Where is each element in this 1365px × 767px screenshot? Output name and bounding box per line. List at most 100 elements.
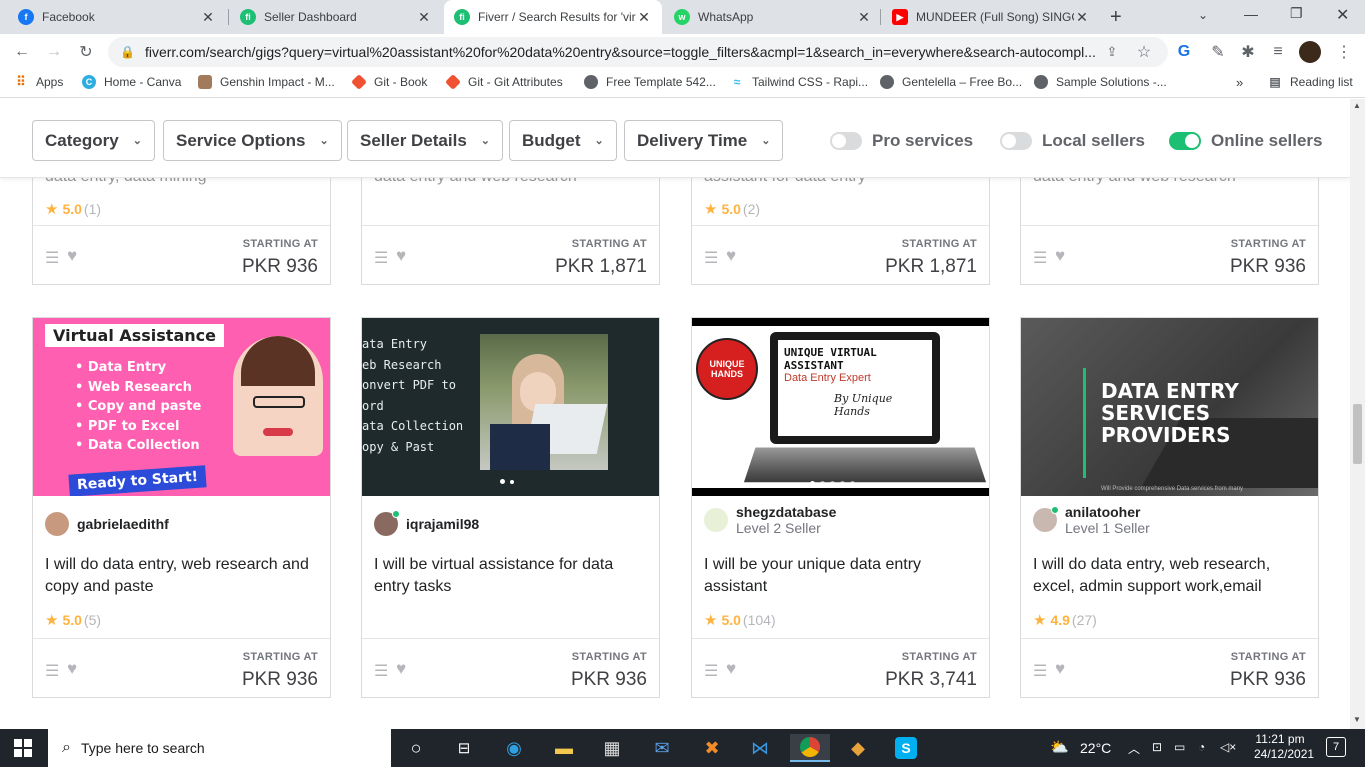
seller-info[interactable]: shegzdatabase Level 2 Seller [704, 504, 836, 536]
gig-card[interactable]: UNIQUE HANDS UNIQUE VIRTUAL ASSISTANT Da… [691, 317, 990, 698]
bookmark-apps[interactable]: ⠿ Apps [14, 74, 63, 89]
gig-title[interactable]: I will be virtual assistance for data en… [374, 554, 649, 598]
avatar[interactable] [45, 512, 69, 536]
filter-category[interactable]: Category ⌄ [32, 120, 155, 161]
collection-menu-icon[interactable]: ☰ [704, 248, 718, 268]
toggle-pro-services[interactable]: Pro services [830, 131, 973, 151]
tab-youtube[interactable]: ▶ MUNDEER (Full Song) SINGG ✕ [882, 0, 1100, 34]
seller-name[interactable]: anilatooher [1065, 504, 1150, 520]
minimize-button[interactable]: — [1244, 6, 1258, 22]
toggle-switch[interactable] [1169, 132, 1201, 150]
bookmark-git-book[interactable]: Git - Book [351, 74, 427, 90]
collection-menu-icon[interactable]: ☰ [374, 661, 388, 681]
heart-icon[interactable]: ♥ [396, 246, 406, 266]
seller-info[interactable]: iqrajamil98 [374, 510, 479, 536]
collection-menu-icon[interactable]: ☰ [1033, 248, 1047, 268]
avatar[interactable] [704, 508, 728, 532]
weather-icon[interactable]: ⛅ [1050, 738, 1069, 756]
heart-icon[interactable]: ♥ [67, 659, 77, 679]
windows-start-icon[interactable] [14, 739, 32, 757]
gig-title[interactable]: I will do data entry, web research and c… [45, 554, 320, 598]
restore-button[interactable]: ❐ [1290, 5, 1303, 22]
notifications-badge[interactable]: 7 [1326, 737, 1346, 757]
tab-fiverr-search[interactable]: fi Fiverr / Search Results for 'vir ✕ [444, 0, 662, 34]
bookmark-canva[interactable]: C Home - Canva [82, 75, 181, 89]
forward-arrow-icon[interactable]: → [42, 40, 66, 64]
reload-icon[interactable]: ↻ [74, 40, 98, 64]
heart-icon[interactable]: ♥ [1055, 659, 1065, 679]
skype-icon[interactable]: S [895, 737, 917, 759]
scroll-up-icon[interactable]: ▲ [1353, 101, 1361, 110]
avatar[interactable] [1033, 506, 1059, 532]
taskbar-search[interactable]: ⌕ Type here to search [48, 729, 391, 767]
tab-whatsapp[interactable]: w WhatsApp ✕ [664, 0, 882, 34]
git-gui-icon[interactable]: ◆ [844, 734, 872, 762]
close-icon[interactable]: ✕ [636, 9, 652, 26]
mail-icon[interactable]: ✉ [648, 734, 676, 762]
cortana-icon[interactable]: ○ [402, 734, 430, 762]
page-scrollbar[interactable]: ▲ ▼ [1350, 99, 1365, 729]
chrome-icon[interactable] [790, 734, 830, 762]
bookmark-genshin[interactable]: Genshin Impact - M... [198, 75, 335, 89]
store-icon[interactable]: ▦ [598, 734, 626, 762]
tab-search-chevron-icon[interactable]: ⌄ [1198, 8, 1208, 22]
tab-facebook[interactable]: f Facebook ✕ [8, 0, 226, 34]
toggle-online-sellers[interactable]: Online sellers [1169, 131, 1323, 151]
battery-icon[interactable]: ▭ [1174, 740, 1185, 754]
clock[interactable]: 11:21 pm 24/12/2021 [1254, 732, 1314, 762]
gig-card[interactable]: Virtual Assistance • Data Entry • Web Re… [32, 317, 331, 698]
seller-info[interactable]: anilatooher Level 1 Seller [1033, 504, 1150, 536]
filter-budget[interactable]: Budget ⌄ [509, 120, 617, 161]
gig-thumbnail[interactable]: ata Entry eb Research onvert PDF to ord … [362, 318, 659, 496]
seller-info[interactable]: gabrielaedithf [45, 512, 169, 536]
scrollbar-thumb[interactable] [1353, 404, 1362, 464]
collection-menu-icon[interactable]: ☰ [45, 661, 59, 681]
heart-icon[interactable]: ♥ [1055, 246, 1065, 266]
heart-icon[interactable]: ♥ [726, 246, 736, 266]
seller-name[interactable]: iqrajamil98 [406, 516, 479, 532]
bookmark-free-template[interactable]: Free Template 542... [584, 75, 716, 89]
collection-menu-icon[interactable]: ☰ [1033, 661, 1047, 681]
reading-list-button[interactable]: ▤ Reading list [1268, 75, 1352, 89]
gig-thumbnail[interactable]: Virtual Assistance • Data Entry • Web Re… [33, 318, 330, 496]
gig-title[interactable]: I will do data entry, web research, exce… [1033, 554, 1308, 598]
url-text[interactable]: fiverr.com/search/gigs?query=virtual%20a… [145, 44, 1105, 60]
gig-card[interactable]: DATA ENTRY SERVICES PROVIDERS Will Provi… [1020, 317, 1319, 698]
collection-menu-icon[interactable]: ☰ [45, 248, 59, 268]
gig-thumbnail[interactable]: UNIQUE HANDS UNIQUE VIRTUAL ASSISTANT Da… [692, 318, 989, 496]
volume-icon[interactable]: ◁× [1220, 740, 1236, 754]
back-arrow-icon[interactable]: ← [10, 40, 34, 64]
file-explorer-icon[interactable]: ▬ [550, 734, 578, 762]
task-view-icon[interactable]: ⊟ [450, 734, 478, 762]
extension-icon[interactable]: G [1172, 40, 1196, 64]
vscode-icon[interactable]: ⋈ [746, 734, 774, 762]
bookmark-sample-solutions[interactable]: Sample Solutions -... [1034, 75, 1167, 89]
puzzle-extensions-icon[interactable]: ✱ [1236, 40, 1260, 64]
edge-icon[interactable]: ◉ [500, 734, 528, 762]
eyedropper-extension-icon[interactable]: ✎ [1206, 40, 1230, 64]
toggle-local-sellers[interactable]: Local sellers [1000, 131, 1145, 151]
gig-title[interactable]: I will be your unique data entry assista… [704, 554, 979, 598]
heart-icon[interactable]: ♥ [396, 659, 406, 679]
xampp-icon[interactable]: ✖ [698, 734, 726, 762]
carousel-dots[interactable] [500, 479, 514, 484]
menu-kebab-icon[interactable]: ⋮ [1332, 40, 1356, 64]
network-adapter-icon[interactable]: ⊡ [1152, 740, 1162, 754]
filter-delivery-time[interactable]: Delivery Time ⌄ [624, 120, 784, 161]
scroll-down-icon[interactable]: ▼ [1353, 715, 1361, 724]
collection-menu-icon[interactable]: ☰ [374, 248, 388, 268]
close-icon[interactable]: ✕ [856, 9, 872, 26]
close-icon[interactable]: ✕ [1074, 9, 1090, 26]
gig-thumbnail[interactable]: DATA ENTRY SERVICES PROVIDERS Will Provi… [1021, 318, 1318, 496]
heart-icon[interactable]: ♥ [67, 246, 77, 266]
toggle-switch[interactable] [830, 132, 862, 150]
wifi-icon[interactable]: ◔ [1198, 740, 1205, 754]
filter-seller-details[interactable]: Seller Details ⌄ [347, 120, 503, 161]
avatar[interactable] [374, 510, 400, 536]
carousel-dots[interactable] [810, 481, 855, 486]
bookmark-git-attributes[interactable]: Git - Git Attributes [445, 74, 563, 90]
tray-chevron-icon[interactable]: ︿ [1128, 740, 1140, 757]
more-bookmarks-chevron-icon[interactable]: » [1236, 75, 1243, 90]
collection-menu-icon[interactable]: ☰ [704, 661, 718, 681]
new-tab-button[interactable]: + [1110, 6, 1122, 29]
